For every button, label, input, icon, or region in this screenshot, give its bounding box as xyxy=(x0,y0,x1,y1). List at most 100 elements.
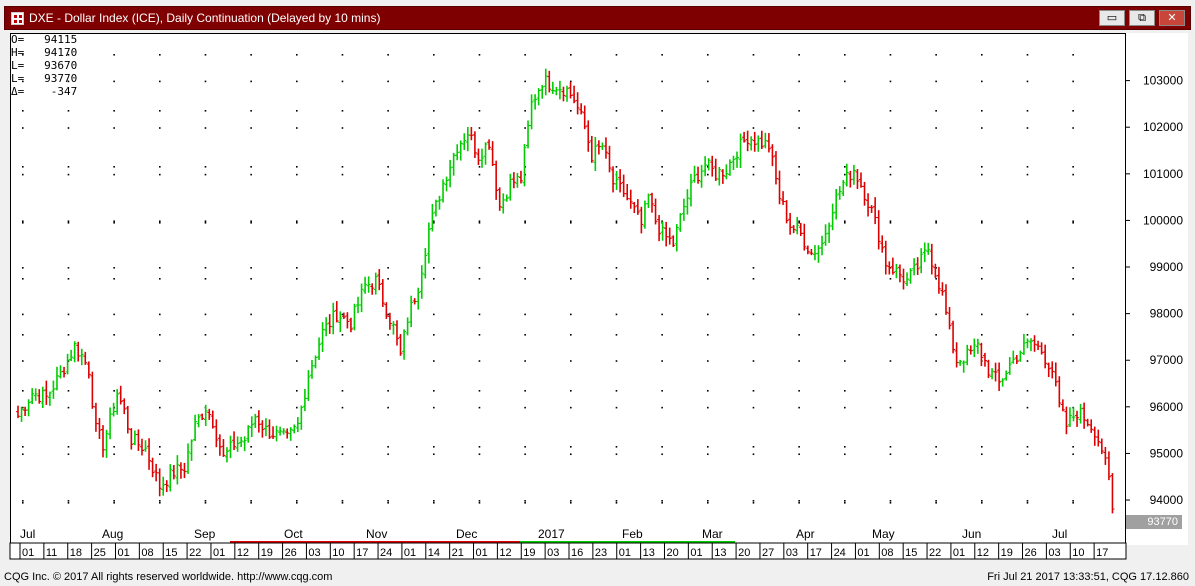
grid-dot xyxy=(478,502,481,504)
grid-dot xyxy=(159,390,161,392)
grid-dot xyxy=(159,502,161,504)
grid-dot xyxy=(752,313,755,316)
grid-dot xyxy=(113,166,115,168)
grid-dot xyxy=(524,80,526,83)
grid-dot xyxy=(67,334,70,336)
grid-dot xyxy=(1072,500,1074,502)
grid-dot xyxy=(798,313,800,316)
grid-dot xyxy=(478,406,481,409)
day-label: 12 xyxy=(237,547,249,559)
grid-dot xyxy=(570,453,572,456)
grid-dot xyxy=(1026,446,1029,448)
grid-dot xyxy=(22,360,24,362)
grid-dot xyxy=(22,222,24,224)
grid-dot xyxy=(752,173,755,176)
grid-dot xyxy=(341,334,344,336)
grid-dot xyxy=(113,446,115,448)
grid-dot xyxy=(296,222,298,224)
grid-dot xyxy=(981,502,983,504)
grid-dot xyxy=(341,173,344,176)
grid-dot xyxy=(798,334,800,336)
grid-dot xyxy=(387,360,389,362)
grid-dot xyxy=(661,278,663,280)
grid-dot xyxy=(981,453,983,456)
grid-dot xyxy=(889,446,892,448)
grid-dot xyxy=(113,127,115,129)
grid-dot xyxy=(1072,278,1074,280)
price-chart[interactable]: 103000 102000 101000 100000 99000 98000 97000 9… xyxy=(0,0,1195,586)
grid-dot xyxy=(296,110,298,112)
grid-dot xyxy=(433,127,435,129)
grid-dot xyxy=(341,360,344,362)
grid-dot xyxy=(935,406,937,409)
grid-dot xyxy=(844,220,846,223)
grid-dot xyxy=(981,173,983,176)
grid-dot xyxy=(752,390,755,392)
grid-dot xyxy=(478,110,481,112)
grid-dot xyxy=(341,267,344,269)
grid-dot xyxy=(296,446,298,448)
grid-dot xyxy=(661,54,663,56)
day-label: 22 xyxy=(189,547,201,559)
grid-dot xyxy=(707,127,709,129)
y-tick-label: 94000 xyxy=(1150,493,1184,507)
grid-dot xyxy=(798,453,800,456)
grid-dot xyxy=(615,110,618,112)
grid-dot xyxy=(250,453,252,456)
grid-dot xyxy=(341,80,344,83)
grid-dot xyxy=(296,278,298,280)
grid-dot xyxy=(341,500,344,502)
grid-dot xyxy=(1026,502,1029,504)
day-label: 01 xyxy=(857,547,869,559)
month-label: 2017 xyxy=(538,527,565,541)
grid-dot xyxy=(752,220,755,223)
grid-dot xyxy=(22,220,24,223)
grid-dot xyxy=(1072,127,1074,129)
grid-dot xyxy=(1026,173,1029,176)
grid-dot xyxy=(889,453,892,456)
grid-dot xyxy=(387,173,389,176)
grid-dot xyxy=(844,502,846,504)
grid-dot xyxy=(387,502,389,504)
last-value: L= 93770 xyxy=(11,72,78,85)
grid-dot xyxy=(1026,267,1029,269)
grid-dot xyxy=(113,278,115,280)
grid-dot xyxy=(250,80,252,83)
grid-dot xyxy=(204,267,207,269)
grid-dot xyxy=(387,278,389,280)
grid-dot xyxy=(433,446,435,448)
y-tick-label: 96000 xyxy=(1150,400,1184,414)
grid-dot xyxy=(935,453,937,456)
day-label: 15 xyxy=(165,547,177,559)
grid-dot xyxy=(935,222,937,224)
grid-dot xyxy=(889,278,892,280)
grid-dot xyxy=(204,220,207,223)
grid-dot xyxy=(204,502,207,504)
grid-dot xyxy=(67,222,70,224)
grid-dot xyxy=(296,390,298,392)
change-value: Δ= -347 xyxy=(11,85,78,98)
day-label: 24 xyxy=(834,547,846,559)
day-label: 08 xyxy=(881,547,893,559)
grid-dot xyxy=(524,502,526,504)
day-label: 10 xyxy=(332,547,344,559)
grid-dot xyxy=(387,390,389,392)
grid-dot xyxy=(752,222,755,224)
grid-dot xyxy=(433,54,435,56)
day-label: 03 xyxy=(1048,547,1060,559)
grid-dot xyxy=(844,453,846,456)
grid-dot xyxy=(341,222,344,224)
grid-dot xyxy=(341,406,344,409)
day-label: 19 xyxy=(1001,547,1013,559)
grid-dot xyxy=(22,334,24,336)
grid-dot xyxy=(981,446,983,448)
grid-dot xyxy=(204,360,207,362)
grid-dot xyxy=(67,406,70,409)
grid-dot xyxy=(524,453,526,456)
grid-dot xyxy=(387,54,389,56)
grid-dot xyxy=(159,313,161,316)
grid-dot xyxy=(615,360,618,362)
grid-dot xyxy=(798,278,800,280)
grid-dot xyxy=(889,334,892,336)
month-label: May xyxy=(872,527,895,541)
